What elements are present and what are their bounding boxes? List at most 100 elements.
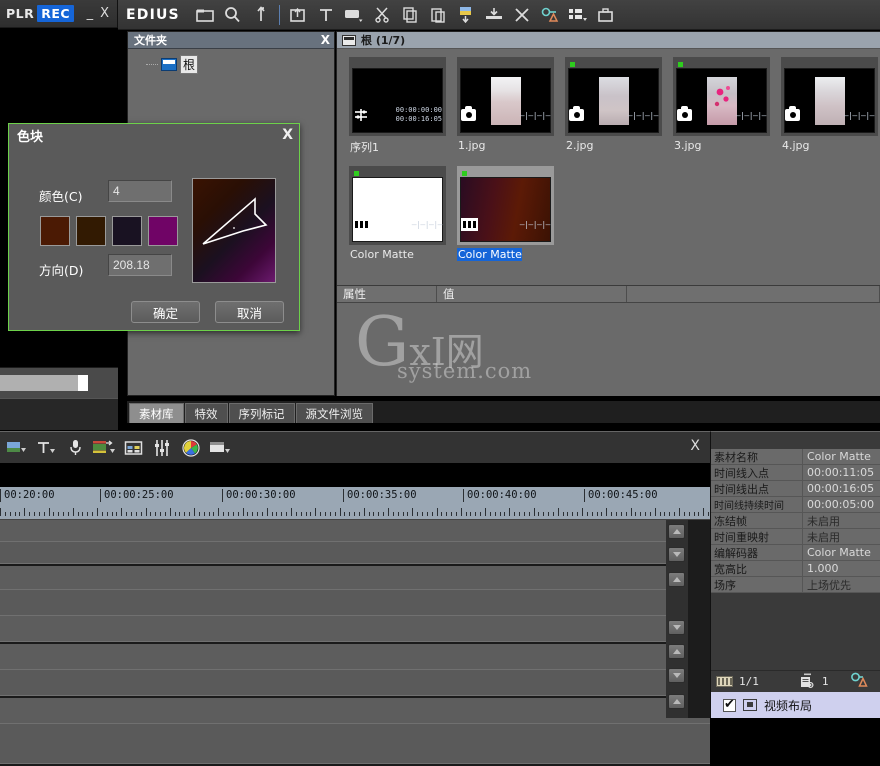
info-row: 场序 上场优先 xyxy=(711,577,880,593)
timeline-track-area[interactable] xyxy=(0,520,710,718)
mixer-icon[interactable] xyxy=(149,436,175,460)
bin-item-thumbnail[interactable]: –|–|–|– xyxy=(457,57,554,136)
close-button[interactable]: X xyxy=(100,7,109,20)
bin-item-thumbnail[interactable]: –|–|–|– xyxy=(349,166,446,245)
track-scroll-down-button[interactable] xyxy=(668,547,685,562)
color-field-label: 颜色(C) xyxy=(39,186,82,205)
bin-property-col-value[interactable]: 值 xyxy=(437,286,627,302)
bin-item-thumbnail[interactable]: –|–|–|– xyxy=(673,57,770,136)
track-scroll-up-button[interactable] xyxy=(668,572,685,587)
track-row[interactable] xyxy=(0,644,710,670)
bin-item-thumbnail[interactable]: –|–|–|– xyxy=(565,57,662,136)
folder-panel-title: 文件夹 xyxy=(134,32,167,48)
copy-icon[interactable] xyxy=(397,3,423,27)
timeline-ruler[interactable]: 00:20:00 00:00:25:00 00:00:30:00 00:00:3… xyxy=(0,487,710,520)
rec-tab[interactable]: REC xyxy=(37,5,74,22)
info-key: 时间线入点 xyxy=(711,465,803,480)
bin-thumbnail-image xyxy=(676,68,767,133)
bin-item[interactable]: –|–|–|– Color Matte xyxy=(349,166,446,261)
player-scroll-thumb[interactable] xyxy=(78,375,88,391)
minimize-button[interactable]: _ xyxy=(87,7,94,20)
checkbox-checked-icon[interactable] xyxy=(723,699,736,712)
search-icon[interactable] xyxy=(220,3,246,27)
film-icon xyxy=(353,218,370,231)
color-count-input[interactable] xyxy=(108,180,172,202)
track-row[interactable] xyxy=(0,724,710,764)
document-preview-icon[interactable] xyxy=(799,673,816,691)
track-row[interactable] xyxy=(0,520,710,542)
ok-button[interactable]: 确定 xyxy=(131,301,200,323)
up-arrow-icon[interactable] xyxy=(248,3,274,27)
insert-icon[interactable] xyxy=(481,3,507,27)
track-row[interactable] xyxy=(0,542,710,564)
bin-item[interactable]: 00:00:00:00 00:00:16:05 序列1 xyxy=(349,57,446,155)
dialog-close-icon[interactable]: X xyxy=(282,127,293,143)
ruler-label: 00:00:35:00 xyxy=(343,489,417,502)
direction-input[interactable] xyxy=(108,254,172,276)
add-to-timeline-icon[interactable] xyxy=(453,3,479,27)
bin-item[interactable]: –|–|–|– 1.jpg xyxy=(457,57,554,155)
dialog-title: 色块 xyxy=(17,126,43,145)
bin-item[interactable]: –|–|–|– 3.jpg xyxy=(673,57,770,155)
monitor-dropdown-icon[interactable] xyxy=(341,3,367,27)
track-scroll-down-button[interactable] xyxy=(668,620,685,635)
effects-icon[interactable] xyxy=(850,672,870,691)
paste-icon[interactable] xyxy=(425,3,451,27)
clip-dropdown-icon[interactable] xyxy=(4,436,30,460)
add-clip-icon[interactable] xyxy=(285,3,311,27)
color-swatch-1[interactable] xyxy=(40,216,70,246)
folder-tree-item-root[interactable]: 根 xyxy=(132,55,330,74)
track-scroll-down-button[interactable] xyxy=(668,668,685,683)
tab-source-browser[interactable]: 源文件浏览 xyxy=(296,403,374,423)
folder-panel-close-icon[interactable]: X xyxy=(321,33,330,47)
track-scroll-up-button[interactable] xyxy=(668,524,685,539)
bin-panel-title: 根 (1/7) xyxy=(361,32,405,48)
color-wheel-icon[interactable] xyxy=(178,436,204,460)
bin-property-col-attribute[interactable]: 属性 xyxy=(337,286,437,302)
plr-tab[interactable]: PLR xyxy=(6,6,34,21)
track-row[interactable] xyxy=(0,670,710,696)
track-row[interactable] xyxy=(0,616,710,642)
layout-dropdown-icon[interactable] xyxy=(207,436,233,460)
toolcase-icon[interactable] xyxy=(593,3,619,27)
track-row[interactable] xyxy=(0,698,710,724)
cut-icon[interactable] xyxy=(369,3,395,27)
bin-property-col-extra[interactable] xyxy=(627,286,880,302)
properties-icon[interactable] xyxy=(537,3,563,27)
title-icon[interactable] xyxy=(313,3,339,27)
bin-item-thumbnail[interactable]: 00:00:00:00 00:00:16:05 xyxy=(349,57,446,136)
delete-icon[interactable] xyxy=(509,3,535,27)
timeline-close-icon[interactable]: X xyxy=(690,438,700,454)
edius-main-toolbar: EDIUS xyxy=(118,0,880,30)
track-row[interactable] xyxy=(0,566,710,590)
cancel-button[interactable]: 取消 xyxy=(215,301,284,323)
mic-icon[interactable] xyxy=(62,436,88,460)
video-layout-bar[interactable]: 视频布局 xyxy=(711,692,880,718)
bin-item-selected[interactable]: –|–|–|– Color Matte xyxy=(457,166,554,261)
title-dropdown-icon[interactable] xyxy=(33,436,59,460)
matte-icon[interactable] xyxy=(120,436,146,460)
dialog-titlebar[interactable]: 色块 X xyxy=(9,124,299,146)
view-list-dropdown-icon[interactable] xyxy=(565,3,591,27)
track-scroll-up-button[interactable] xyxy=(668,644,685,659)
bin-item-label: 2.jpg xyxy=(565,139,662,152)
bin-item-thumbnail[interactable]: –|–|–|– xyxy=(457,166,554,245)
bin-item-thumbnail[interactable]: –|–|–|– xyxy=(781,57,878,136)
tab-material-library[interactable]: 素材库 xyxy=(129,403,184,423)
color-swatch-3[interactable] xyxy=(112,216,142,246)
track-dropdown-icon[interactable] xyxy=(91,436,117,460)
color-swatch-4[interactable] xyxy=(148,216,178,246)
track-scroll-up-button[interactable] xyxy=(668,694,685,709)
bin-item[interactable]: –|–|–|– 2.jpg xyxy=(565,57,662,155)
track-row[interactable] xyxy=(0,590,710,616)
player-scrollbar-area[interactable] xyxy=(0,368,118,398)
color-swatch-2[interactable] xyxy=(76,216,106,246)
bin-item[interactable]: –|–|–|– 4.jpg xyxy=(781,57,878,155)
tab-sequence-markers[interactable]: 序列标记 xyxy=(229,403,295,423)
folder-icon[interactable] xyxy=(192,3,218,27)
track-scroll-column xyxy=(666,520,688,718)
timeline-right-edge xyxy=(688,520,710,718)
player-scroll-track[interactable] xyxy=(0,375,78,391)
gradient-preview[interactable] xyxy=(192,178,276,283)
tab-effects[interactable]: 特效 xyxy=(185,403,228,423)
